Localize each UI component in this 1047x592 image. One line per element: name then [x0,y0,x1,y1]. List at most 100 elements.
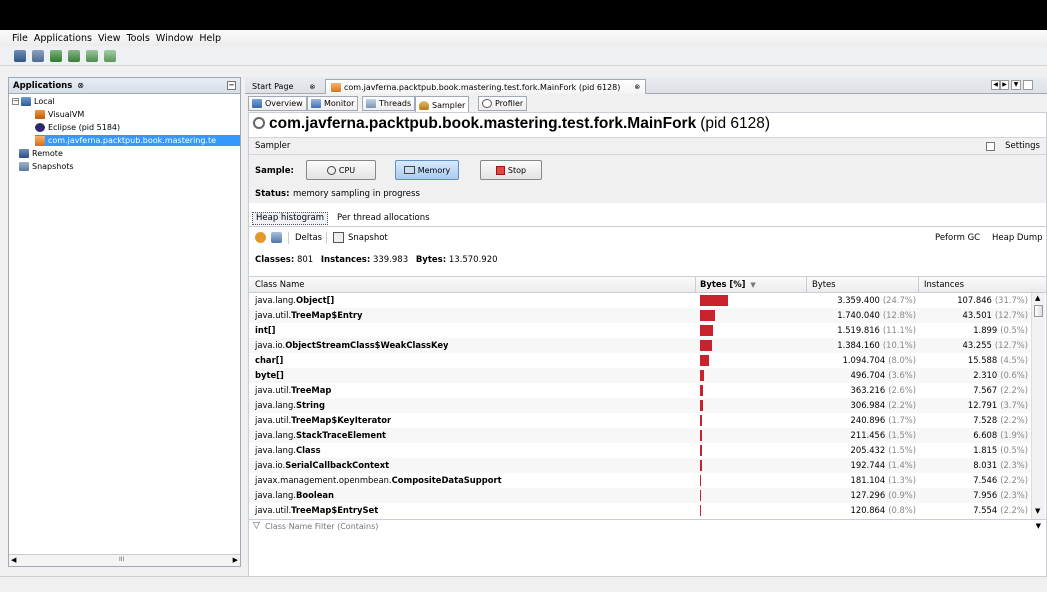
table-row[interactable]: java.io.SerialCallbackContext 192.744 (1.4… [249,458,1030,473]
column-instances[interactable]: Instances [924,277,964,292]
tab-sampler[interactable]: Sampler [415,96,470,113]
class-package: java.lang. [255,490,296,500]
scroll-down-icon[interactable]: ▼ [1035,507,1040,515]
class-package: java.io. [255,340,286,350]
menu-view[interactable]: View [98,33,121,44]
bytes-percent-value: (2.6%) [888,385,916,395]
perform-gc-button[interactable]: Peform GC [935,233,980,243]
menu-applications[interactable]: Applications [34,33,92,44]
minimize-icon[interactable]: − [227,81,236,90]
collapse-icon[interactable]: − [12,98,19,105]
tree-item-visualvm[interactable]: VisualVM [35,109,84,120]
sampler-section-header: Sampler Settings [249,137,1046,155]
tab-scroll-left-icon[interactable]: ◀ [991,80,1000,90]
stop-button[interactable]: Stop [480,160,542,180]
main-toolbar [0,46,1047,66]
class-simple-name: Object[] [295,295,335,305]
cpu-button[interactable]: CPU [306,160,376,180]
refresh-icon[interactable] [271,232,282,243]
tab-label: Monitor [324,99,355,108]
table-row[interactable]: byte[] 496.704 (3.6%) 2.310 (0.6%) [249,368,1030,383]
add-jmx-icon[interactable] [50,49,62,62]
menu-tools[interactable]: Tools [126,33,149,44]
menu-window[interactable]: Window [156,33,193,44]
open-file-icon[interactable] [14,49,26,62]
scroll-thumb[interactable] [1034,305,1043,317]
tab-label: Start Page [252,82,294,91]
close-icon[interactable]: ⊗ [309,83,315,91]
load-snapshot-icon[interactable] [32,49,44,62]
scroll-up-icon[interactable]: ▲ [1035,294,1040,302]
scroll-right-icon[interactable]: ▶ [233,556,238,564]
memory-button[interactable]: Memory [395,160,459,180]
instances-percent-value: (4.5%) [1000,355,1028,365]
table-row[interactable]: java.util.TreeMap$Entry 1.740.040 (12.8%) 4… [249,308,1030,323]
tab-scroll-right-icon[interactable]: ▶ [1000,80,1009,90]
settings-label[interactable]: Settings [1005,141,1040,151]
column-bytes-percent[interactable]: Bytes [%] ▼ [700,277,756,292]
heap-dump-icon[interactable] [86,49,98,62]
tree-item-snapshots[interactable]: Snapshots [19,161,74,172]
table-row[interactable]: java.io.ObjectStreamClass$WeakClassKey 1.… [249,338,1030,353]
table-row[interactable]: java.util.TreeMap$KeyIterator 240.896 (1.7… [249,413,1030,428]
tab-per-thread-allocations[interactable]: Per thread allocations [337,213,430,223]
table-row[interactable]: java.lang.Class 205.432 (1.5%) 1.815 (0.5%) [249,443,1030,458]
instances-percent-value: (12.7%) [994,310,1028,320]
add-remote-host-icon[interactable] [68,49,80,62]
tree-item-eclipse[interactable]: Eclipse (pid 5184) [35,122,120,133]
tree-item-remote[interactable]: Remote [19,148,63,159]
pause-icon[interactable] [255,232,266,243]
thread-dump-icon[interactable] [104,49,116,62]
tab-label: Profiler [495,99,524,108]
table-row[interactable]: char[] 1.094.704 (8.0%) 15.588 (4.5%) [249,353,1030,368]
snapshots-icon [19,162,29,171]
horizontal-scrollbar[interactable]: ◀ III ▶ [9,554,240,566]
bytes-percent-bar [700,325,713,336]
bytes-cell: 127.296 (0.9%) [812,488,916,503]
column-bytes[interactable]: Bytes [812,277,836,292]
instances-cell: 6.608 (1.9%) [924,428,1028,443]
instances-percent-value: (2.3%) [1000,460,1028,470]
applications-panel: Applications ⊗ − − Local VisualVM Eclips… [8,77,241,567]
tab-profiler[interactable]: Profiler [478,96,528,111]
bytes-cell: 1.519.816 (11.1%) [812,323,916,338]
table-row[interactable]: int[] 1.519.816 (11.1%) 1.899 (0.5%) [249,323,1030,338]
close-icon[interactable]: ⊗ [634,83,640,91]
tab-list-icon[interactable]: ▼ [1011,80,1021,90]
instances-percent-value: (0.5%) [1000,325,1028,335]
menu-file[interactable]: File [12,33,28,44]
table-row[interactable]: java.lang.Boolean 127.296 (0.9%) 7.956 (2.3%… [249,488,1030,503]
tab-overview[interactable]: Overview [248,96,307,111]
heap-dump-button[interactable]: Heap Dump [992,233,1043,243]
class-name-filter-input[interactable] [265,521,795,532]
column-class-name[interactable]: Class Name [255,277,304,292]
bytes-percent-bar [700,505,701,516]
bytes-value: 240.896 [850,415,886,425]
filter-options-icon[interactable]: ▼ [1036,522,1041,530]
table-row[interactable]: java.lang.Object[] 3.359.400 (24.7%) 107.84… [249,293,1030,308]
scroll-left-icon[interactable]: ◀ [11,556,16,564]
tab-mainfork[interactable]: com.javferna.packtpub.book.mastering.tes… [325,79,647,94]
bytes-percent-bar [700,370,705,381]
table-row[interactable]: javax.management.openmbean.CompositeData… [249,473,1030,488]
settings-checkbox[interactable] [986,142,995,151]
tab-heap-histogram[interactable]: Heap histogram [252,212,329,225]
table-row[interactable]: java.lang.String 306.984 (2.2%) 12.791 (3.7%… [249,398,1030,413]
vertical-scrollbar[interactable]: ▲ ▼ [1031,293,1045,519]
table-row[interactable]: java.lang.StackTraceElement 211.456 (1.5%)… [249,428,1030,443]
tree-item-local[interactable]: − Local [12,96,55,107]
tab-monitor[interactable]: Monitor [307,96,359,111]
table-row[interactable]: java.util.TreeMap 363.216 (2.6%) 7.567 (2.2%… [249,383,1030,398]
tab-threads[interactable]: Threads [362,96,416,111]
table-row[interactable]: java.util.TreeMap$EntrySet 120.864 (0.8%) 7… [249,503,1030,518]
menu-help[interactable]: Help [199,33,221,44]
tab-start-page[interactable]: Start Page ⊗ [247,79,320,94]
maximize-icon[interactable] [1023,80,1033,90]
tree-item-mainfork[interactable]: com.javferna.packtpub.book.mastering.te [35,135,240,146]
bytes-percent-bar [700,310,715,321]
close-icon[interactable]: ⊗ [77,81,84,90]
scroll-thumb-grip[interactable]: III [119,556,124,563]
snapshot-button[interactable]: Snapshot [348,233,388,243]
table-header: Class Name Bytes [%] ▼ Bytes Instances [249,277,1046,293]
deltas-button[interactable]: Deltas [295,233,322,243]
